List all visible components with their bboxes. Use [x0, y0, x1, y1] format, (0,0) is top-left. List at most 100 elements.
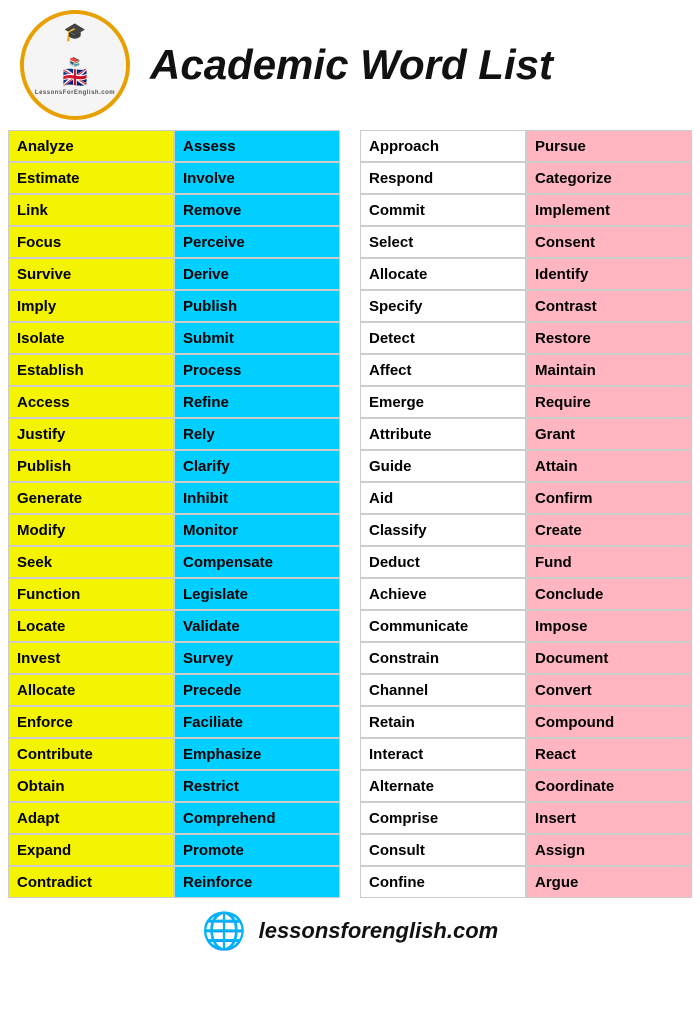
- list-item: Comprise: [360, 802, 526, 834]
- list-item: Survey: [174, 642, 340, 674]
- list-item: Categorize: [526, 162, 692, 194]
- footer: 🌐 lessonsforenglish.com: [0, 902, 700, 960]
- list-item: Achieve: [360, 578, 526, 610]
- list-item: Refine: [174, 386, 340, 418]
- list-item: Deduct: [360, 546, 526, 578]
- list-item: Attain: [526, 450, 692, 482]
- list-item: Pursue: [526, 130, 692, 162]
- list-item: Contribute: [8, 738, 174, 770]
- list-item: Assess: [174, 130, 340, 162]
- list-item: Locate: [8, 610, 174, 642]
- flag-icon: 🇬🇧: [63, 68, 88, 88]
- list-item: Fund: [526, 546, 692, 578]
- list-item: Consent: [526, 226, 692, 258]
- word-table: AnalyzeEstimateLinkFocusSurviveImplyIsol…: [0, 130, 700, 898]
- list-item: Implement: [526, 194, 692, 226]
- list-item: Emphasize: [174, 738, 340, 770]
- list-item: Confirm: [526, 482, 692, 514]
- list-item: Obtain: [8, 770, 174, 802]
- list-item: Legislate: [174, 578, 340, 610]
- list-item: Interact: [360, 738, 526, 770]
- list-item: Emerge: [360, 386, 526, 418]
- list-item: Survive: [8, 258, 174, 290]
- hat-icon: 🎓: [64, 22, 86, 43]
- list-item: Focus: [8, 226, 174, 258]
- list-item: Establish: [8, 354, 174, 386]
- list-item: Affect: [360, 354, 526, 386]
- list-item: Assign: [526, 834, 692, 866]
- list-item: Confine: [360, 866, 526, 898]
- list-item: Publish: [174, 290, 340, 322]
- list-item: Approach: [360, 130, 526, 162]
- left-col2: AssessInvolveRemovePerceiveDerivePublish…: [174, 130, 340, 898]
- list-item: Grant: [526, 418, 692, 450]
- list-item: Remove: [174, 194, 340, 226]
- right-col2: PursueCategorizeImplementConsentIdentify…: [526, 130, 692, 898]
- list-item: Argue: [526, 866, 692, 898]
- list-item: Contradict: [8, 866, 174, 898]
- list-item: Select: [360, 226, 526, 258]
- list-item: Monitor: [174, 514, 340, 546]
- list-item: Convert: [526, 674, 692, 706]
- divider: [346, 130, 354, 898]
- list-item: Generate: [8, 482, 174, 514]
- list-item: Reinforce: [174, 866, 340, 898]
- list-item: Insert: [526, 802, 692, 834]
- list-item: Impose: [526, 610, 692, 642]
- list-item: Imply: [8, 290, 174, 322]
- list-item: Link: [8, 194, 174, 226]
- list-item: Respond: [360, 162, 526, 194]
- list-item: Involve: [174, 162, 340, 194]
- list-item: Conclude: [526, 578, 692, 610]
- list-item: Compensate: [174, 546, 340, 578]
- footer-url: lessonsforenglish.com: [259, 918, 499, 944]
- list-item: Detect: [360, 322, 526, 354]
- globe-icon: 🌐: [202, 910, 247, 952]
- list-item: Promote: [174, 834, 340, 866]
- list-item: Justify: [8, 418, 174, 450]
- list-item: Communicate: [360, 610, 526, 642]
- list-item: Analyze: [8, 130, 174, 162]
- list-item: React: [526, 738, 692, 770]
- list-item: Document: [526, 642, 692, 674]
- list-item: Rely: [174, 418, 340, 450]
- list-item: Aid: [360, 482, 526, 514]
- list-item: Alternate: [360, 770, 526, 802]
- list-item: Contrast: [526, 290, 692, 322]
- list-item: Attribute: [360, 418, 526, 450]
- list-item: Validate: [174, 610, 340, 642]
- list-item: Guide: [360, 450, 526, 482]
- list-item: Identify: [526, 258, 692, 290]
- list-item: Access: [8, 386, 174, 418]
- header: 🎓 📚 🇬🇧 LessonsForEnglish.com Academic Wo…: [0, 0, 700, 130]
- logo-text: LessonsForEnglish.com: [35, 90, 115, 96]
- list-item: Publish: [8, 450, 174, 482]
- list-item: Invest: [8, 642, 174, 674]
- list-item: Require: [526, 386, 692, 418]
- list-item: Process: [174, 354, 340, 386]
- list-item: Consult: [360, 834, 526, 866]
- list-item: Compound: [526, 706, 692, 738]
- list-item: Restore: [526, 322, 692, 354]
- list-item: Enforce: [8, 706, 174, 738]
- list-item: Seek: [8, 546, 174, 578]
- list-item: Adapt: [8, 802, 174, 834]
- list-item: Classify: [360, 514, 526, 546]
- list-item: Specify: [360, 290, 526, 322]
- right-col1: ApproachRespondCommitSelectAllocateSpeci…: [360, 130, 526, 898]
- right-section: ApproachRespondCommitSelectAllocateSpeci…: [360, 130, 692, 898]
- list-item: Perceive: [174, 226, 340, 258]
- list-item: Isolate: [8, 322, 174, 354]
- list-item: Coordinate: [526, 770, 692, 802]
- list-item: Channel: [360, 674, 526, 706]
- list-item: Restrict: [174, 770, 340, 802]
- books-icon: 📚: [69, 57, 80, 68]
- list-item: Allocate: [8, 674, 174, 706]
- list-item: Allocate: [360, 258, 526, 290]
- list-item: Create: [526, 514, 692, 546]
- list-item: Precede: [174, 674, 340, 706]
- left-col1: AnalyzeEstimateLinkFocusSurviveImplyIsol…: [8, 130, 174, 898]
- logo: 🎓 📚 🇬🇧 LessonsForEnglish.com: [20, 10, 130, 120]
- list-item: Comprehend: [174, 802, 340, 834]
- list-item: Faciliate: [174, 706, 340, 738]
